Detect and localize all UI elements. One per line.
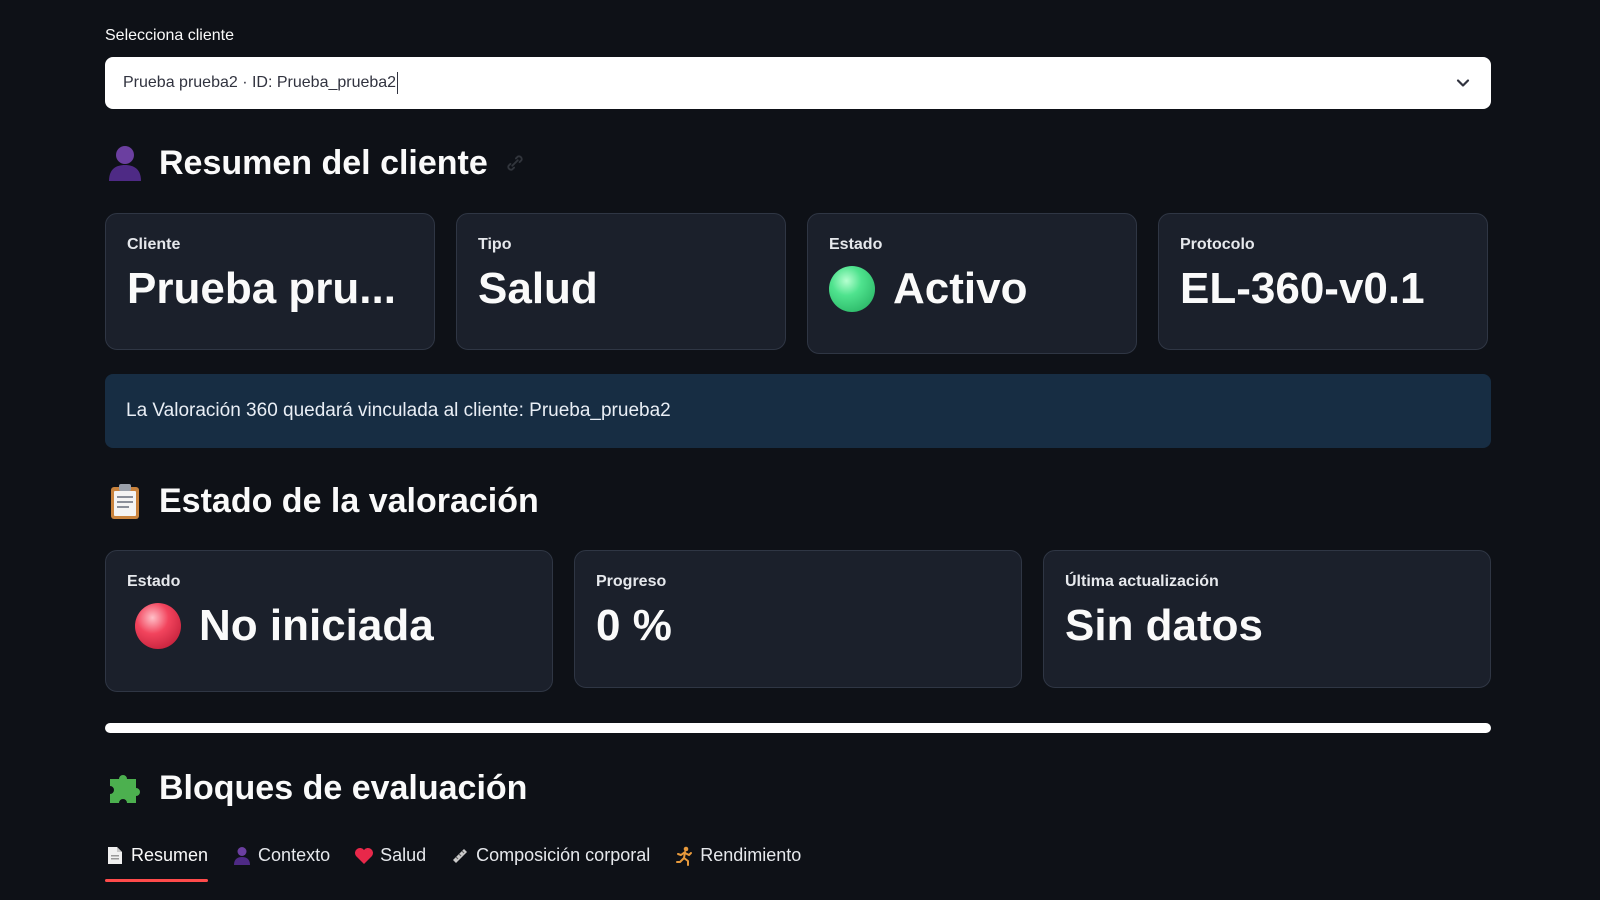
metric-card-protocol: Protocolo EL-360-v0.1 bbox=[1158, 213, 1488, 350]
tab-label: Resumen bbox=[131, 845, 209, 865]
metric-value: 0 % bbox=[596, 601, 672, 650]
tab-label: Salud bbox=[380, 845, 427, 865]
evaluation-status-heading: Estado de la valoración bbox=[105, 481, 539, 521]
info-alert: La Valoración 360 quedará vinculada al c… bbox=[105, 374, 1491, 448]
person-icon bbox=[105, 143, 145, 183]
client-summary-cards: Cliente Prueba pru... Tipo Salud Estado … bbox=[105, 213, 1488, 354]
metric-value-wrapper: No iniciada bbox=[127, 601, 531, 651]
tab-label: Contexto bbox=[258, 845, 331, 865]
client-select-value[interactable]: Prueba prueba2 · ID: Prueba_prueba2 bbox=[123, 72, 1453, 94]
info-alert-text: La Valoración 360 quedará vinculada al c… bbox=[126, 400, 671, 421]
metric-card-type: Tipo Salud bbox=[456, 213, 786, 350]
section-divider bbox=[105, 723, 1491, 733]
tab-composicion-corporal[interactable]: Composición corporal bbox=[450, 845, 650, 882]
green-circle-icon bbox=[829, 266, 875, 312]
evaluation-status-title: Estado de la valoración bbox=[159, 481, 539, 520]
client-select[interactable]: Prueba prueba2 · ID: Prueba_prueba2 bbox=[105, 57, 1491, 109]
metric-value: Activo bbox=[893, 264, 1028, 313]
red-circle-icon bbox=[135, 603, 181, 649]
metric-label: Estado bbox=[829, 236, 883, 253]
metric-label: Tipo bbox=[478, 236, 512, 253]
metric-value: Sin datos bbox=[1065, 601, 1264, 650]
metric-card-last-update: Última actualización Sin datos bbox=[1043, 550, 1491, 688]
metric-card-client: Cliente Prueba pru... bbox=[105, 213, 435, 350]
metric-value: No iniciada bbox=[199, 601, 434, 650]
evaluation-status-cards: Estado No iniciada Progreso 0 % Última a… bbox=[105, 550, 1491, 692]
tab-salud[interactable]: Salud bbox=[354, 845, 426, 882]
evaluation-tabs: Resumen Contexto Salud Composición corpo… bbox=[105, 845, 801, 882]
client-select-label: Selecciona cliente bbox=[105, 27, 234, 44]
tab-label: Composición corporal bbox=[476, 845, 651, 865]
client-summary-heading: Resumen del cliente bbox=[105, 143, 526, 183]
metric-value: Salud bbox=[478, 264, 598, 313]
evaluation-blocks-heading: Bloques de evaluación bbox=[105, 768, 527, 808]
evaluation-blocks-title: Bloques de evaluación bbox=[159, 768, 528, 807]
metric-card-progress: Progreso 0 % bbox=[574, 550, 1022, 688]
tab-rendimiento[interactable]: Rendimiento bbox=[674, 845, 801, 882]
metric-label: Progreso bbox=[596, 573, 667, 590]
metric-value: EL-360-v0.1 bbox=[1180, 264, 1425, 313]
metric-label: Estado bbox=[127, 573, 181, 590]
person-icon bbox=[232, 846, 252, 866]
metric-value: Prueba pru... bbox=[127, 264, 396, 313]
anchor-link-icon[interactable] bbox=[504, 152, 526, 174]
metric-label: Cliente bbox=[127, 236, 181, 253]
client-summary-title: Resumen del cliente bbox=[159, 143, 488, 182]
metric-value-wrapper: Activo bbox=[829, 264, 1115, 314]
runner-icon bbox=[674, 846, 694, 866]
clipboard-icon bbox=[105, 481, 145, 521]
metric-label: Protocolo bbox=[1180, 236, 1255, 253]
metric-label: Última actualización bbox=[1065, 573, 1219, 590]
text-caret bbox=[397, 72, 399, 94]
document-icon bbox=[105, 846, 125, 866]
ruler-icon bbox=[450, 846, 470, 866]
heart-icon bbox=[354, 846, 374, 866]
metric-card-evaluation-state: Estado No iniciada bbox=[105, 550, 553, 692]
tab-resumen[interactable]: Resumen bbox=[105, 845, 209, 882]
tab-contexto[interactable]: Contexto bbox=[232, 845, 330, 882]
tab-label: Rendimiento bbox=[700, 845, 802, 865]
puzzle-piece-icon bbox=[105, 768, 145, 808]
metric-card-status: Estado Activo bbox=[807, 213, 1137, 354]
chevron-down-icon[interactable] bbox=[1453, 73, 1473, 93]
